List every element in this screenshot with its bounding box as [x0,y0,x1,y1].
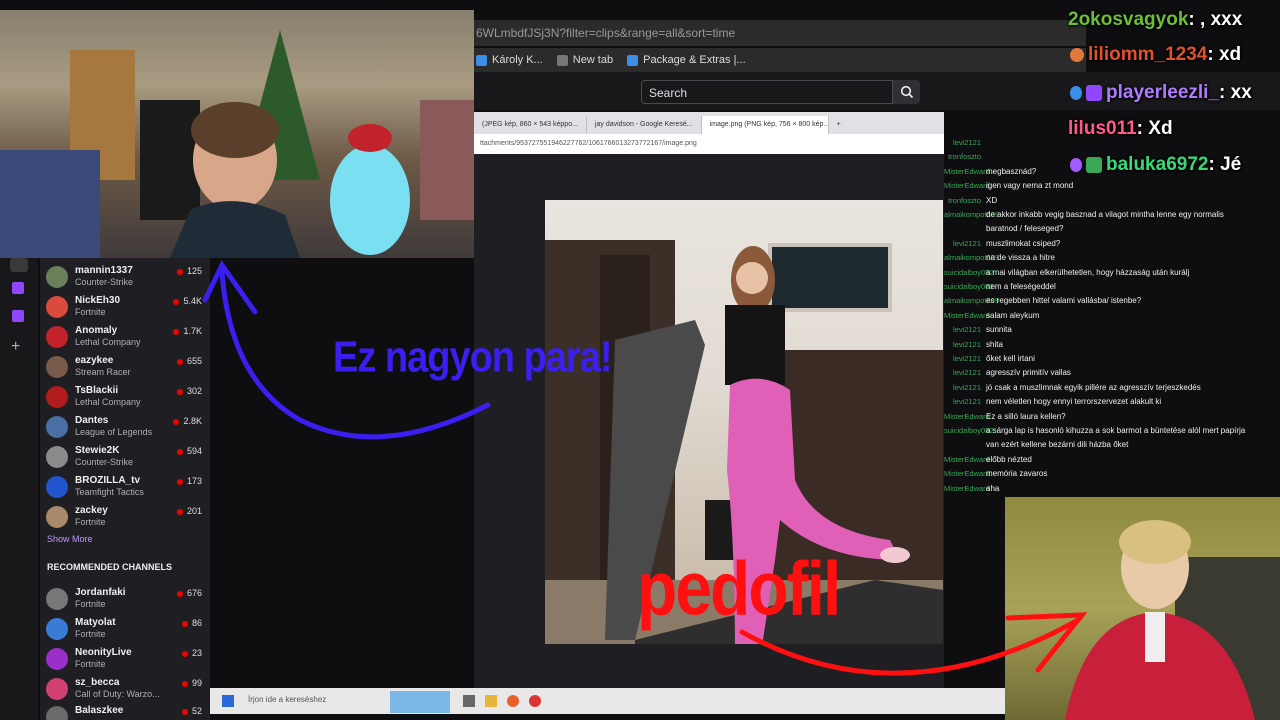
annotation-arrows [202,260,1088,676]
blue-arrowhead [202,260,258,315]
blue-arrow [219,269,491,440]
red-arrow [739,617,1081,676]
